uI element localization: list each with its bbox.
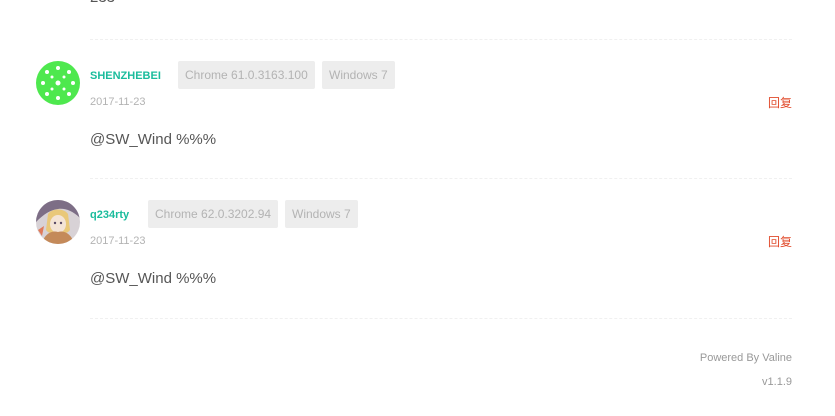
browser-tag: Chrome 62.0.3202.94 <box>148 200 279 228</box>
comment-nick[interactable]: q234rty <box>90 209 129 221</box>
comment-content: @SW_Wind %%% <box>90 270 217 287</box>
comment-nick[interactable]: SHENZHEBEI <box>90 70 161 82</box>
comment-date: 2017-11-23 <box>90 235 146 247</box>
divider <box>90 178 792 179</box>
comment-item: SHENZHEBEI Chrome 61.0.3163.100 Windows … <box>0 61 835 181</box>
os-tag: Windows 7 <box>285 200 358 228</box>
reply-button[interactable]: 回复 <box>768 233 792 250</box>
powered-by-link[interactable]: Powered By Valine <box>700 352 792 364</box>
avatar[interactable] <box>36 200 80 244</box>
anime-character-avatar-icon <box>36 200 80 244</box>
reply-button[interactable]: 回复 <box>768 94 792 111</box>
os-tag: Windows 7 <box>322 61 395 89</box>
browser-tag: Chrome 61.0.3163.100 <box>178 61 315 89</box>
comment-date: 2017-11-23 <box>90 96 146 108</box>
divider <box>90 318 792 319</box>
previous-comment-text: 233 <box>90 0 115 6</box>
comment-content: @SW_Wind %%% <box>90 131 217 148</box>
comment-list: 233 SHENZHEBEI Chrome 61.0.3163.100 Wind… <box>0 0 835 416</box>
comment-item: q234rty Chrome 62.0.3202.94 Windows 7 20… <box>0 200 835 320</box>
green-pattern-avatar-icon <box>36 61 80 105</box>
version-label: v1.1.9 <box>762 376 792 388</box>
divider <box>90 39 792 40</box>
avatar[interactable] <box>36 61 80 105</box>
